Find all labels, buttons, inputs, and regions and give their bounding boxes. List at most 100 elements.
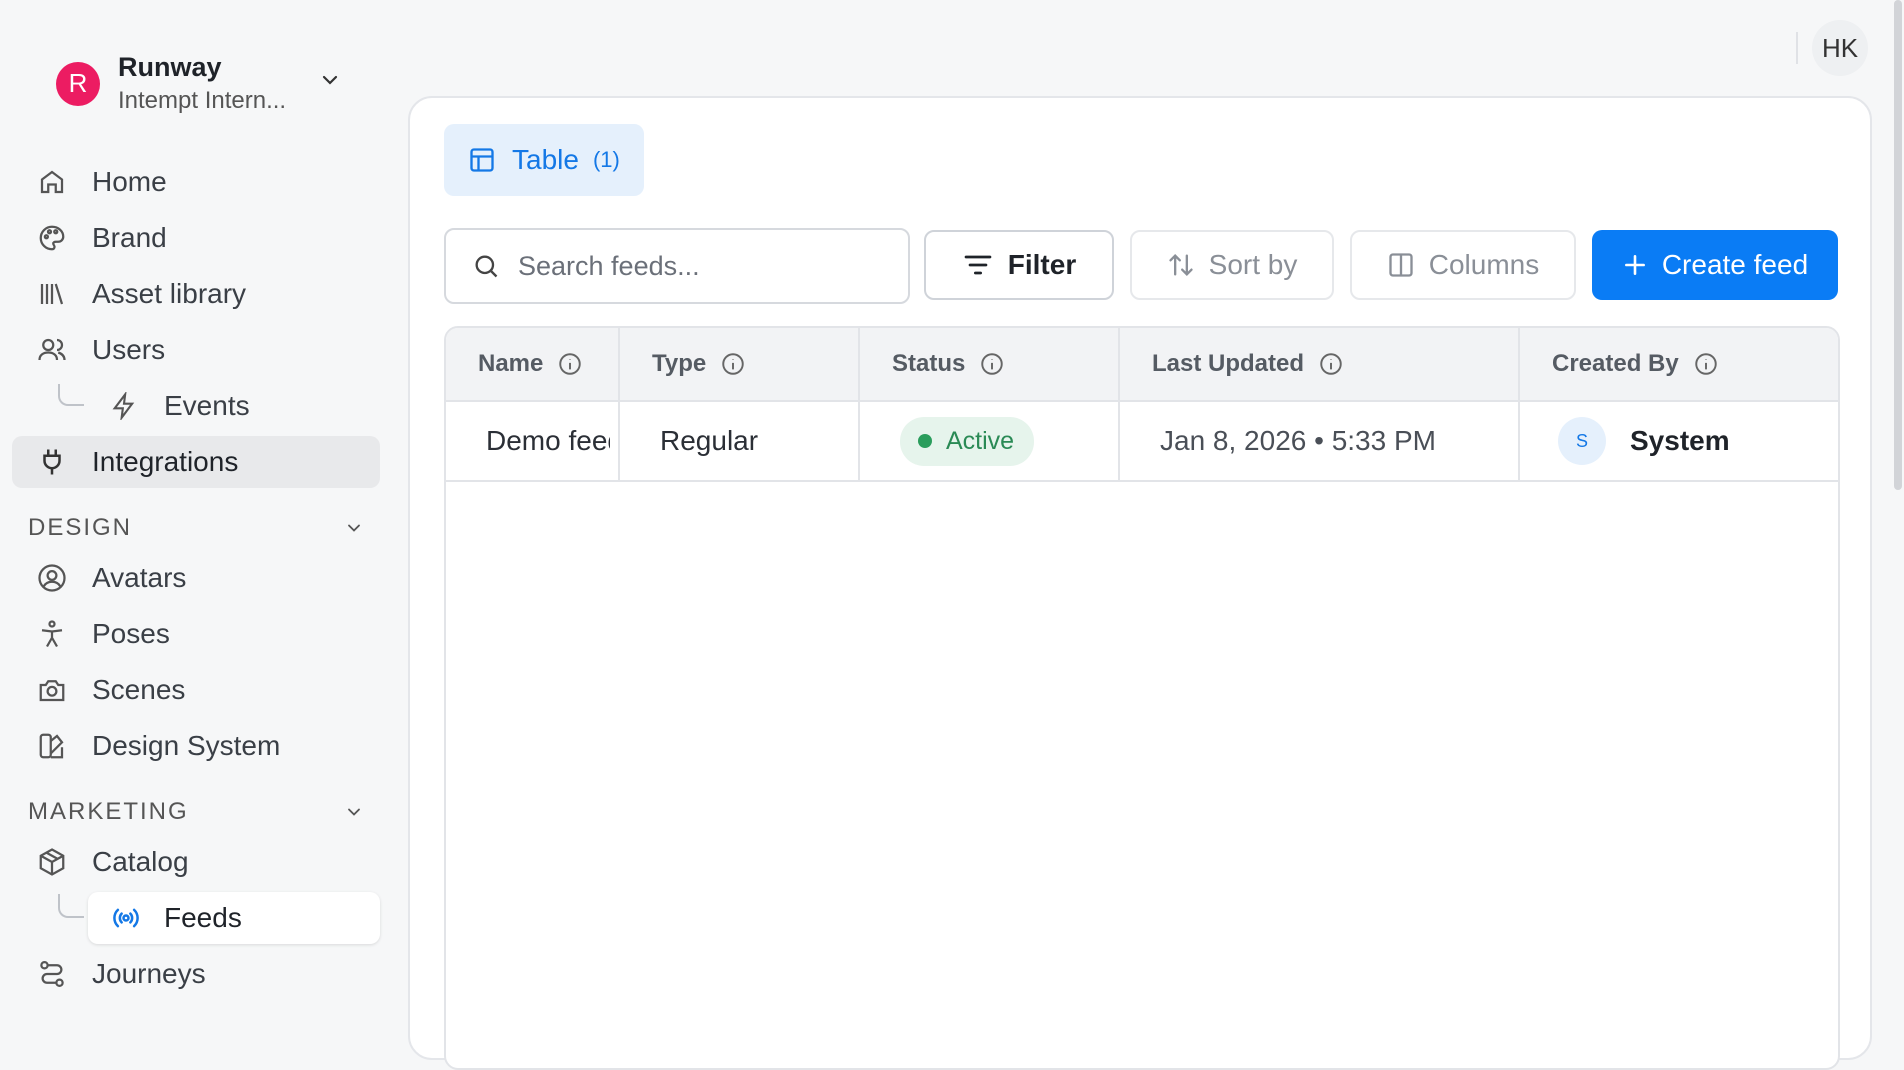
sidebar-item-home[interactable]: Home — [12, 156, 380, 208]
table-icon — [470, 148, 494, 172]
info-icon[interactable] — [1693, 351, 1719, 377]
sidebar-item-label: Asset library — [92, 278, 247, 309]
status-dot — [918, 434, 932, 448]
column-header-label: Name — [478, 350, 544, 377]
section-label-design: DESIGN — [28, 514, 133, 541]
cell-type: Regular — [660, 425, 759, 456]
users-icon — [36, 334, 68, 366]
creator-name: System — [1630, 425, 1730, 456]
chevron-down-icon[interactable] — [318, 68, 342, 92]
search-icon — [475, 255, 498, 278]
cell-name[interactable]: Demo feed — [486, 402, 610, 480]
status-label: Active — [946, 426, 1015, 455]
sidebar-item-events[interactable]: Events — [12, 380, 380, 432]
table-header: Name Type Status Last Updated Created By — [446, 328, 1838, 402]
columns-button[interactable]: Columns — [1350, 230, 1576, 300]
lightning-icon — [108, 390, 140, 422]
broadcast-icon — [110, 902, 142, 934]
sidebar-item-catalog[interactable]: Catalog — [12, 836, 380, 888]
feeds-table: Name Type Status Last Updated Created By — [444, 326, 1840, 1070]
sidebar-item-design-system[interactable]: Design System — [12, 720, 380, 772]
sidebar-item-label: Events — [164, 390, 250, 421]
column-header-name[interactable]: Name — [446, 328, 618, 400]
sort-icon — [1167, 251, 1195, 279]
sidebar-item-asset-library[interactable]: Asset library — [12, 268, 380, 320]
info-icon[interactable] — [979, 351, 1005, 377]
sidebar-item-journeys[interactable]: Journeys — [12, 948, 380, 1000]
workspace-switcher[interactable]: R Runway Intempt Intern... — [56, 52, 286, 115]
sidebar-item-users[interactable]: Users — [12, 324, 380, 376]
sidebar-item-label: Integrations — [92, 446, 239, 477]
filter-button[interactable]: Filter — [924, 230, 1114, 300]
column-header-type[interactable]: Type — [620, 328, 858, 400]
info-icon[interactable] — [720, 351, 746, 377]
sidebar-item-poses[interactable]: Poses — [12, 608, 380, 660]
plug-icon — [36, 446, 68, 478]
cell-last-updated: Jan 8, 2026 • 5:33 PM — [1160, 425, 1436, 456]
status-badge: Active — [900, 416, 1035, 466]
columns-icon — [1387, 251, 1415, 279]
search-box[interactable] — [444, 228, 910, 304]
tab-label: Table — [512, 144, 579, 175]
box-icon — [36, 846, 68, 878]
home-icon — [36, 166, 68, 198]
chevron-down-icon[interactable] — [344, 802, 364, 822]
user-circle-icon — [36, 562, 68, 594]
sidebar-item-feeds[interactable]: Feeds — [88, 892, 380, 944]
info-icon[interactable] — [557, 351, 583, 377]
tab-table[interactable]: Table (1) — [444, 124, 644, 196]
column-header-label: Type — [652, 350, 707, 377]
sidebar-item-label: Home — [92, 166, 167, 197]
creator-avatar: S — [1558, 417, 1606, 465]
user-avatar[interactable]: HK — [1812, 20, 1868, 76]
swatch-icon — [36, 730, 68, 762]
sidebar-item-integrations[interactable]: Integrations — [12, 436, 380, 488]
route-icon — [36, 958, 68, 990]
workspace-name: Runway — [118, 52, 222, 82]
sidebar-item-label: Brand — [92, 222, 167, 253]
column-header-label: Last Updated — [1152, 350, 1305, 377]
cell-created-by: S System — [1558, 402, 1828, 480]
info-icon[interactable] — [1318, 351, 1344, 377]
sidebar-item-label: Users — [92, 334, 166, 365]
sidebar-item-avatars[interactable]: Avatars — [12, 552, 380, 604]
library-icon — [36, 278, 68, 310]
sidebar-item-label: Journeys — [92, 958, 206, 989]
column-header-created-by[interactable]: Created By — [1520, 328, 1836, 400]
tab-count: (1) — [592, 147, 620, 172]
create-feed-label: Create feed — [1661, 249, 1809, 280]
column-header-status[interactable]: Status — [860, 328, 1118, 400]
sidebar-item-label: Scenes — [92, 674, 186, 705]
sidebar-item-scenes[interactable]: Scenes — [12, 664, 380, 716]
filter-icon — [962, 249, 994, 281]
create-feed-button[interactable]: Create feed — [1592, 230, 1838, 300]
filter-label: Filter — [1007, 249, 1077, 280]
chevron-down-icon[interactable] — [344, 518, 364, 538]
search-input[interactable] — [516, 249, 890, 283]
person-pose-icon — [36, 618, 68, 650]
column-header-label: Created By — [1552, 350, 1679, 377]
sidebar-item-label: Poses — [92, 618, 170, 649]
sidebar-item-label: Feeds — [164, 902, 242, 933]
workspace-logo: R — [56, 61, 100, 106]
sort-label: Sort by — [1208, 249, 1298, 280]
column-header-label: Status — [892, 350, 966, 377]
section-label-marketing: MARKETING — [28, 798, 189, 825]
sidebar-item-label: Avatars — [92, 562, 187, 593]
sidebar-item-label: Design System — [92, 730, 281, 761]
camera-icon — [36, 674, 68, 706]
column-header-last-updated[interactable]: Last Updated — [1120, 328, 1518, 400]
palette-icon — [36, 222, 68, 254]
tree-connector — [58, 894, 84, 918]
columns-label: Columns — [1428, 249, 1540, 280]
table-row[interactable]: Demo feed Regular Active Jan 8, 2026 • 5… — [446, 402, 1838, 482]
cell-status: Active — [900, 402, 1110, 480]
sidebar-item-label: Catalog — [92, 846, 189, 877]
sidebar-item-brand[interactable]: Brand — [12, 212, 380, 264]
workspace-subtitle: Intempt Intern... — [118, 87, 287, 114]
page-scrollbar[interactable] — [1894, 0, 1902, 490]
sort-button[interactable]: Sort by — [1130, 230, 1334, 300]
plus-icon — [1622, 252, 1648, 278]
feeds-panel: Table (1) Filter Sort by Columns Create … — [408, 96, 1872, 1070]
header-divider — [1796, 32, 1798, 64]
